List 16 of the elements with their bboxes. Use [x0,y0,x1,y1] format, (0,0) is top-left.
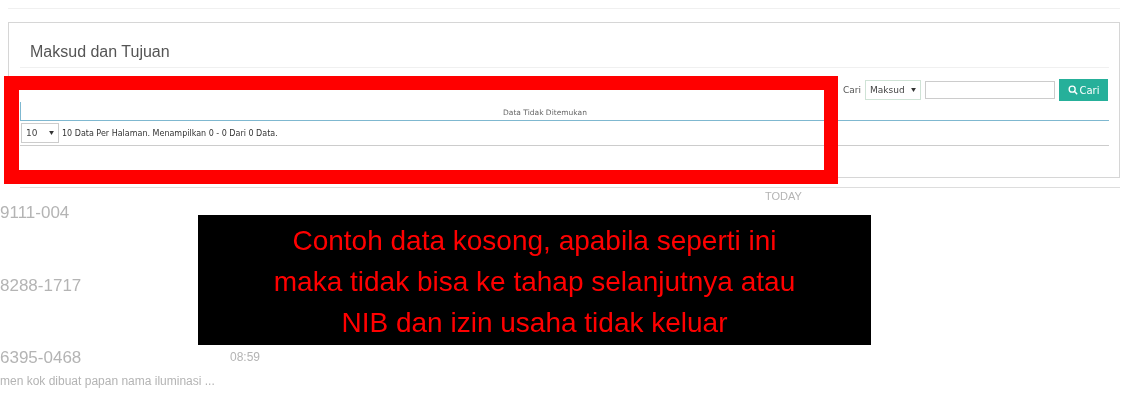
message-preview: men kok dibuat papan nama iluminasi ... [0,374,215,388]
pagination-summary: 10 Data Per Halaman. Menampilkan 0 - 0 Dari 0 Data. [62,128,278,138]
message-time: 08:59 [230,350,261,364]
phone-number: 9111-004 [0,203,70,223]
section-heading: TODAY [765,190,802,202]
search-icon [1067,85,1078,95]
panel-title: Maksud dan Tujuan [20,23,1109,68]
annotation-caption: Contoh data kosong, apabila seperti ini maka tidak bisa ke tahap selanjutnya atau NIB dan izin usaha tidak keluar [198,215,871,345]
filter-dropdown[interactable]: Maksud [865,80,921,100]
search-label: Cari [843,85,861,95]
dropdown-arrow-icon [911,88,916,92]
per-page-dropdown[interactable]: 10 [21,123,59,143]
dropdown-arrow-icon [49,131,54,135]
search-field[interactable] [925,81,1055,99]
phone-number: 8288-1717 [0,276,82,296]
phone-number: 6395-0468 [0,348,82,368]
